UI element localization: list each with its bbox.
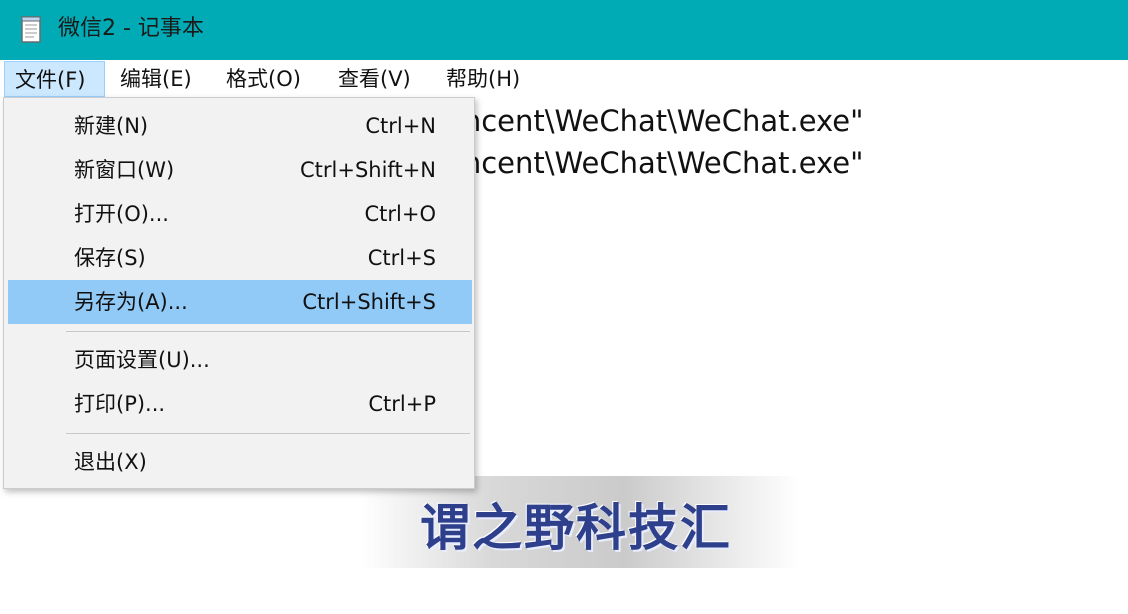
menu-item-label: 退出(X) (74, 450, 147, 474)
menu-item-save-as[interactable]: 另存为(A)... Ctrl+Shift+S (8, 280, 472, 324)
menu-item-new-window[interactable]: 新窗口(W) Ctrl+Shift+N (8, 148, 472, 192)
menu-item-shortcut: Ctrl+O (364, 202, 437, 226)
menu-item-label: 页面设置(U)... (74, 348, 210, 372)
menu-item-shortcut: Ctrl+Shift+N (300, 158, 436, 182)
menu-item-label: 另存为(A)... (74, 290, 188, 314)
menu-item-shortcut: Ctrl+S (367, 246, 436, 270)
menu-item-label: 打开(O)... (74, 202, 169, 226)
menu-item-label: 保存(S) (74, 246, 146, 270)
file-menu-dropdown: 新建(N) Ctrl+N 新窗口(W) Ctrl+Shift+N 打开(O)..… (3, 97, 475, 489)
menu-item-shortcut: Ctrl+N (365, 114, 436, 138)
menu-view[interactable]: 查看(V) (328, 61, 421, 97)
menu-item-shortcut: Ctrl+P (368, 392, 436, 416)
menu-file[interactable]: 文件(F) (4, 61, 105, 97)
watermark-text: 谓之野科技汇 (420, 498, 732, 557)
menu-item-exit[interactable]: 退出(X) (8, 440, 472, 484)
notepad-icon (21, 16, 41, 43)
menu-help[interactable]: 帮助(H) (436, 61, 530, 97)
menu-separator (66, 331, 470, 332)
title-bar: 微信2 - 记事本 (0, 0, 1128, 60)
menu-item-open[interactable]: 打开(O)... Ctrl+O (8, 192, 472, 236)
document-line: encent\WeChat\WeChat.exe" (445, 104, 864, 138)
menu-separator (66, 433, 470, 434)
menu-format[interactable]: 格式(O) (216, 61, 311, 97)
menu-edit[interactable]: 编辑(E) (110, 61, 202, 97)
menu-item-new[interactable]: 新建(N) Ctrl+N (8, 104, 472, 148)
menu-bar: 文件(F) 编辑(E) 格式(O) 查看(V) 帮助(H) (0, 60, 1128, 98)
menu-item-label: 新建(N) (74, 114, 149, 138)
menu-item-print[interactable]: 打印(P)... Ctrl+P (8, 382, 472, 426)
window-title: 微信2 - 记事本 (58, 16, 204, 41)
menu-item-page-setup[interactable]: 页面设置(U)... (8, 338, 472, 382)
menu-item-shortcut: Ctrl+Shift+S (302, 290, 436, 314)
menu-item-save[interactable]: 保存(S) Ctrl+S (8, 236, 472, 280)
menu-item-label: 新窗口(W) (74, 158, 175, 182)
document-line: encent\WeChat\WeChat.exe" (445, 146, 864, 180)
menu-item-label: 打印(P)... (74, 392, 166, 416)
